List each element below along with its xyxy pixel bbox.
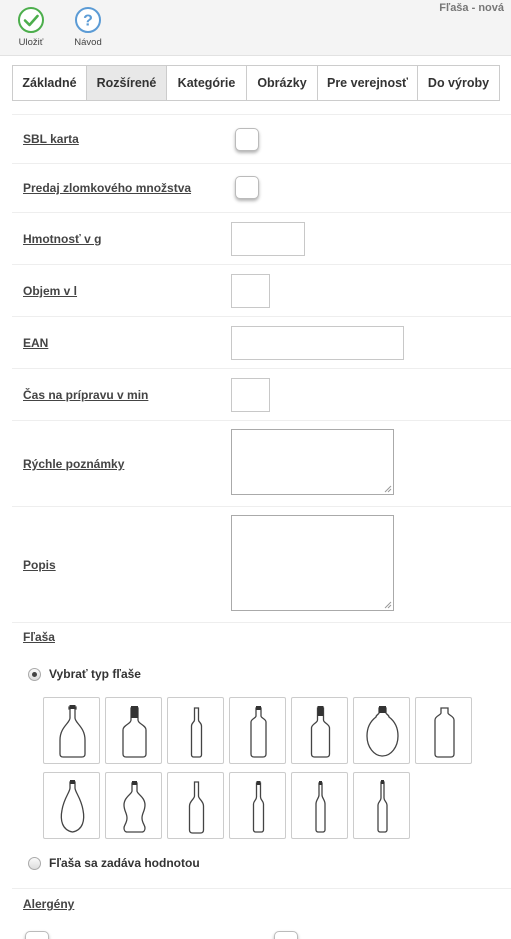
tab-basic[interactable]: Základné [12, 65, 87, 101]
prep-time-input[interactable] [231, 378, 270, 412]
help-button-label: Návod [74, 37, 102, 48]
quick-notes-label: Rýchle poznámky [23, 457, 125, 471]
tab-images[interactable]: Obrázky [246, 65, 318, 101]
description-textarea[interactable] [231, 515, 394, 611]
fractional-sale-label: Predaj zlomkového množstva [23, 181, 192, 195]
flask-bottle-icon [434, 707, 455, 758]
ean-input[interactable] [231, 326, 404, 360]
tab-categories[interactable]: Kategórie [166, 65, 247, 101]
radio-select-bottle-type[interactable]: Vybrať typ fľaše [28, 667, 141, 681]
form-row-ean: EAN [12, 316, 511, 368]
form-row-volume: Objem v l [12, 264, 511, 316]
bottle-type-option[interactable] [167, 697, 224, 764]
weight-label: Hmotnosť v g [23, 232, 102, 246]
tab-extended[interactable]: Rozšírené [86, 65, 167, 101]
question-circle-icon: ? [75, 7, 101, 33]
bottle-type-option[interactable] [291, 772, 348, 839]
whiskey-bottle-icon [122, 706, 147, 758]
description-label: Popis [23, 558, 56, 572]
window-title: Fľaša - nová [439, 2, 504, 14]
tab-bar: Základné Rozšírené Kategórie Obrázky Pre… [12, 65, 500, 101]
resize-grip-icon[interactable] [384, 485, 392, 493]
prep-time-label: Čas na prípravu v min [23, 388, 149, 402]
tall-bottle-icon [315, 781, 326, 833]
help-button[interactable]: ? Návod [68, 6, 108, 48]
radio-value-bottle-label: Fľaša sa zadáva hodnotou [49, 856, 200, 870]
radio-button-unchecked[interactable] [28, 856, 41, 870]
bottle-type-option[interactable] [229, 697, 286, 764]
tab-production[interactable]: Do výroby [417, 65, 500, 101]
quick-notes-textarea[interactable] [231, 429, 394, 495]
gin-bottle-icon [250, 706, 267, 758]
bottle-type-option[interactable] [415, 697, 472, 764]
sbl-card-label: SBL karta [23, 132, 79, 146]
slim-bottle-icon [252, 781, 265, 833]
bottle-type-option[interactable] [167, 772, 224, 839]
allergen-checkbox[interactable] [25, 931, 49, 939]
fractional-sale-checkbox[interactable] [235, 176, 259, 199]
bottle-type-option[interactable] [105, 697, 162, 764]
divider [12, 888, 511, 889]
bottle-section-title: Fľaša [23, 630, 55, 644]
weight-input[interactable] [231, 222, 305, 256]
form-row-description: Popis [12, 506, 511, 622]
bottle-type-option[interactable] [291, 697, 348, 764]
form-row-sbl-card: SBL karta [12, 114, 511, 163]
form-row-quick-notes: Rýchle poznámky [12, 420, 511, 506]
bottle-type-option[interactable] [105, 772, 162, 839]
teardrop-bottle-icon [60, 780, 85, 833]
tab-public[interactable]: Pre verejnosť [317, 65, 418, 101]
check-circle-icon [18, 7, 44, 33]
resize-grip-icon[interactable] [384, 601, 392, 609]
sbl-card-checkbox[interactable] [235, 128, 259, 151]
form-row-weight: Hmotnosť v g [12, 212, 511, 264]
vodka-bottle-icon [190, 707, 203, 758]
allergen-checkbox[interactable] [274, 931, 298, 939]
bottle-type-option[interactable] [229, 772, 286, 839]
volume-input[interactable] [231, 274, 270, 308]
rum-bottle-icon [310, 706, 331, 758]
bottle-type-option[interactable] [353, 772, 410, 839]
radio-button-checked[interactable] [28, 667, 41, 681]
radio-select-bottle-type-label: Vybrať typ fľaše [49, 667, 141, 681]
round-bottle-icon [366, 706, 399, 757]
cognac-bottle-icon [59, 705, 86, 758]
radio-value-bottle[interactable]: Fľaša sa zadáva hodnotou [28, 856, 200, 870]
save-button-label: Uložiť [18, 37, 44, 48]
ean-label: EAN [23, 336, 49, 350]
allergens-section-title: Alergény [23, 897, 75, 911]
save-button[interactable]: Uložiť [11, 6, 51, 48]
wine-bottle-icon [188, 781, 205, 834]
form-row-prep-time: Čas na prípravu v min [12, 368, 511, 420]
volume-label: Objem v l [23, 284, 78, 298]
liqueur-bottle-icon [123, 781, 146, 833]
narrow-bottle-icon [377, 780, 388, 833]
bottle-type-option[interactable] [43, 697, 100, 764]
bottle-type-option[interactable] [43, 772, 100, 839]
form-row-fractional-sale: Predaj zlomkového množstva [12, 163, 511, 212]
bottle-type-option[interactable] [353, 697, 410, 764]
svg-text:?: ? [83, 13, 93, 30]
divider [12, 622, 511, 623]
toolbar: Uložiť ? Návod Fľaša - nová [0, 0, 511, 56]
